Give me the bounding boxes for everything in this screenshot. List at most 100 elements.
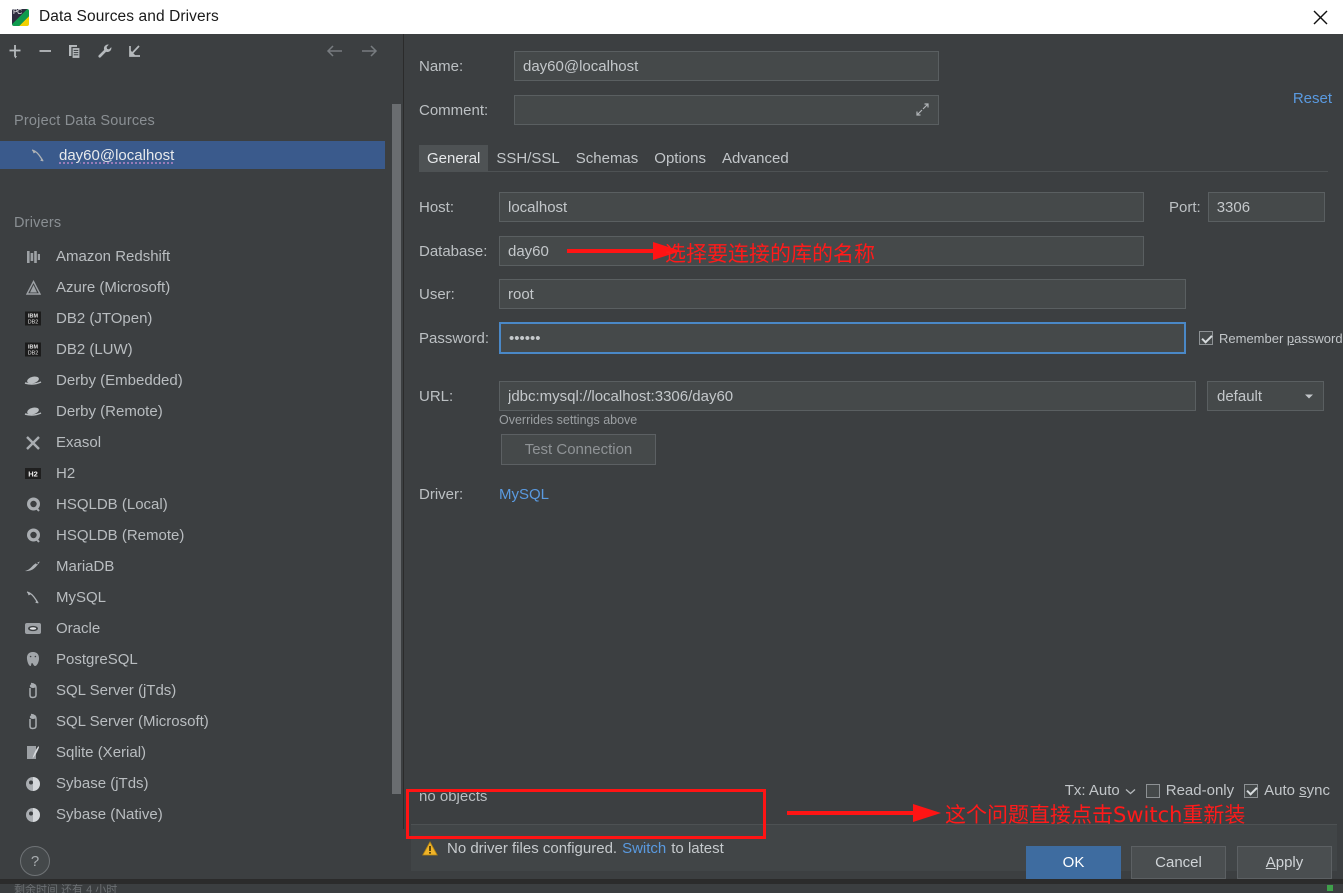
- driver-item-postgresql[interactable]: PostgreSQL: [0, 644, 385, 675]
- user-label: User:: [419, 285, 455, 303]
- copy-button[interactable]: [60, 36, 90, 66]
- reset-link[interactable]: Reset: [1293, 90, 1332, 107]
- driver-item-h2[interactable]: H2 H2: [0, 458, 385, 489]
- import-arrow-icon[interactable]: [120, 36, 150, 66]
- chevron-down-icon: [1304, 387, 1314, 405]
- driver-label: HSQLDB (Remote): [56, 527, 185, 544]
- tab-advanced[interactable]: Advanced: [714, 145, 797, 171]
- driver-item-exasol[interactable]: Exasol: [0, 427, 385, 458]
- url-scheme-combo[interactable]: default: [1207, 381, 1324, 411]
- driver-item-hsqldb-remote[interactable]: HSQLDB (Remote): [0, 520, 385, 551]
- password-row: Password: Remember password: [419, 322, 1343, 354]
- switch-annotation-text: 这个问题直接点击Switch重新装: [945, 803, 1246, 827]
- add-button[interactable]: [0, 36, 30, 66]
- driver-item-hsqldb-local[interactable]: HSQLDB (Local): [0, 489, 385, 520]
- sidebar-toolbar: [0, 34, 392, 68]
- redshift-icon: [22, 247, 44, 267]
- svg-text:IBM: IBM: [28, 345, 38, 351]
- switch-link[interactable]: Switch: [622, 840, 666, 857]
- driver-label: Sybase (Native): [56, 806, 163, 823]
- driver-item-mysql[interactable]: MySQL: [0, 582, 385, 613]
- switch-annotation-arrow: [787, 804, 941, 822]
- derby-icon: [22, 371, 44, 391]
- host-label: Host:: [419, 198, 455, 216]
- driver-item-sql-server-jtds[interactable]: SQL Server (jTds): [0, 675, 385, 706]
- read-only-checkbox[interactable]: Read-only: [1145, 782, 1234, 799]
- tab-ssh-ssl[interactable]: SSH/SSL: [488, 145, 567, 171]
- forward-button[interactable]: [354, 36, 384, 66]
- driver-item-sql-server-microsoft[interactable]: SQL Server (Microsoft): [0, 706, 385, 737]
- url-input[interactable]: [499, 381, 1196, 411]
- cancel-button[interactable]: Cancel: [1131, 846, 1226, 879]
- azure-icon: [22, 278, 44, 298]
- tab-schemas[interactable]: Schemas: [568, 145, 647, 171]
- checkbox-box: [1244, 783, 1259, 798]
- driver-item-mariadb[interactable]: MariaDB: [0, 551, 385, 582]
- port-input[interactable]: [1207, 192, 1325, 222]
- database-label: Database:: [419, 242, 488, 260]
- driver-label: Sqlite (Xerial): [56, 744, 147, 761]
- sidebar-item-day60-localhost[interactable]: day60@localhost: [0, 141, 385, 169]
- db2-icon: IBM DB2: [22, 340, 44, 360]
- driver-label: HSQLDB (Local): [56, 496, 168, 513]
- driver-label: Derby (Remote): [56, 403, 163, 420]
- svg-text:H2: H2: [28, 469, 38, 478]
- driver-item-sqlite-xerial[interactable]: Sqlite (Xerial): [0, 737, 385, 768]
- driver-item-amazon-redshift[interactable]: Amazon Redshift: [0, 241, 385, 272]
- apply-button[interactable]: Apply: [1237, 846, 1332, 879]
- auto-sync-checkbox[interactable]: Auto sync: [1244, 782, 1330, 799]
- sybase-icon: [22, 774, 44, 794]
- driver-label: MySQL: [56, 589, 107, 606]
- driver-item-sybase-native[interactable]: Sybase (Native): [0, 799, 385, 829]
- test-connection-button[interactable]: Test Connection: [501, 434, 656, 465]
- data-sources-panel: Project Data Sources day60@localhost Dri…: [0, 34, 392, 829]
- name-input[interactable]: [514, 51, 939, 81]
- warning-triangle-icon: [422, 840, 438, 856]
- dialog-body: Project Data Sources day60@localhost Dri…: [0, 34, 1343, 879]
- comment-input[interactable]: [514, 95, 939, 125]
- url-row: URL: default: [419, 381, 1324, 411]
- ok-button[interactable]: OK: [1026, 846, 1121, 879]
- driver-item-derby-embedded[interactable]: Derby (Embedded): [0, 365, 385, 396]
- driver-label: Oracle: [56, 620, 101, 637]
- driver-label: Driver:: [419, 486, 464, 503]
- user-input[interactable]: [499, 279, 1186, 309]
- remove-button[interactable]: [30, 36, 60, 66]
- tab-general[interactable]: General: [419, 145, 489, 171]
- remember-password-checkbox[interactable]: Remember password: [1199, 331, 1343, 346]
- driver-link[interactable]: MySQL: [499, 486, 549, 503]
- driver-item-derby-remote[interactable]: Derby (Remote): [0, 396, 385, 427]
- connection-settings-panel: Name: Comment: Reset General SSH/SSL Sch…: [404, 34, 1343, 829]
- password-input[interactable]: [499, 322, 1186, 354]
- driver-item-db2-luw[interactable]: IBM DB2 DB2 (LUW): [0, 334, 385, 365]
- drivers-header: Drivers: [14, 215, 62, 231]
- overrides-hint: Overrides settings above: [499, 413, 638, 427]
- hsqldb-icon: [22, 495, 44, 515]
- wrench-icon[interactable]: [90, 36, 120, 66]
- chevron-down-icon: [1125, 782, 1136, 799]
- driver-item-db2-jtopen[interactable]: IBM DB2 DB2 (JTOpen): [0, 303, 385, 334]
- back-button[interactable]: [320, 36, 350, 66]
- close-icon[interactable]: [1297, 0, 1343, 34]
- host-input[interactable]: [499, 192, 1144, 222]
- warning-text-after: to latest: [671, 839, 724, 857]
- driver-item-azure-microsoft[interactable]: Azure (Microsoft): [0, 272, 385, 303]
- help-button[interactable]: ?: [20, 846, 50, 876]
- tx-mode-dropdown[interactable]: Tx: Auto: [1065, 782, 1136, 799]
- postgresql-icon: [22, 650, 44, 670]
- driver-item-sybase-jtds[interactable]: Sybase (jTds): [0, 768, 385, 799]
- warning-text-before: No driver files configured.: [447, 839, 618, 857]
- tab-options[interactable]: Options: [646, 145, 714, 171]
- checkbox-box: [1199, 331, 1213, 345]
- expand-icon[interactable]: [915, 102, 931, 118]
- sidebar-scrollbar-thumb[interactable]: [392, 104, 401, 794]
- name-row: Name:: [419, 51, 939, 81]
- db2-icon: IBM DB2: [22, 309, 44, 329]
- driver-label: SQL Server (jTds): [56, 682, 177, 699]
- driver-row: Driver: MySQL: [419, 486, 549, 503]
- driver-item-oracle[interactable]: Oracle: [0, 613, 385, 644]
- driver-label: PostgreSQL: [56, 651, 138, 668]
- comment-label: Comment:: [419, 101, 489, 119]
- url-scheme-value: default: [1217, 387, 1263, 405]
- comment-row: Comment:: [419, 95, 939, 125]
